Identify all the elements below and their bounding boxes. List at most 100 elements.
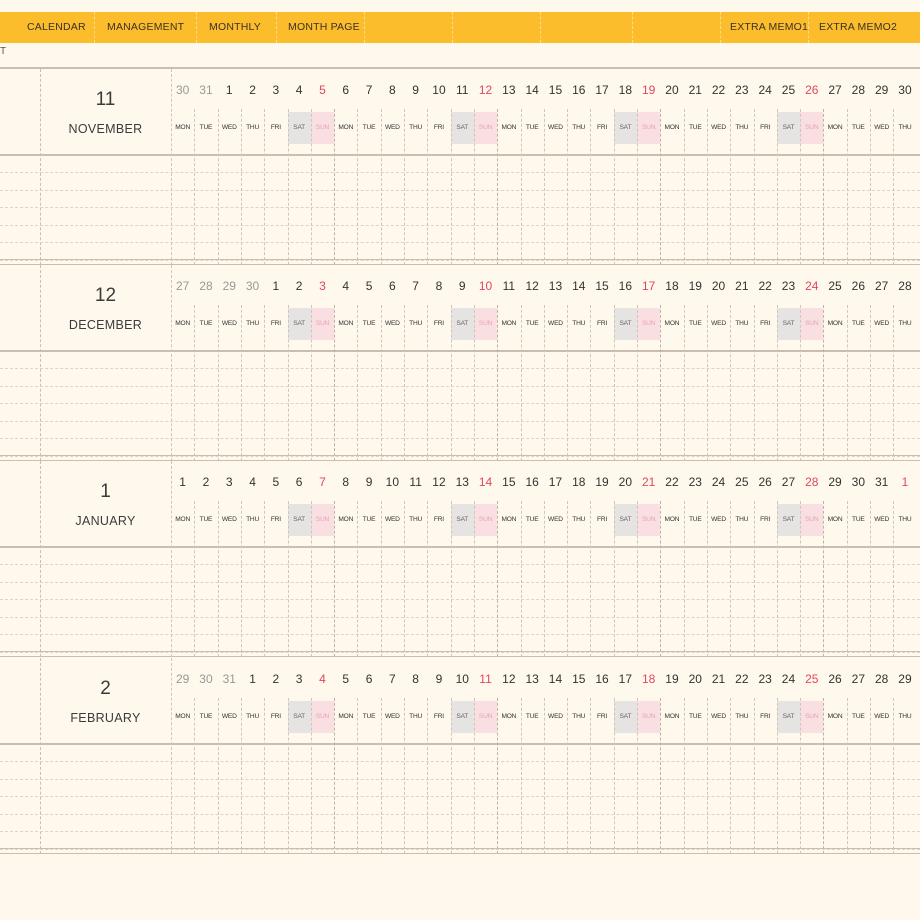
day-column[interactable]: 7 THU [404,265,427,350]
day-column[interactable]: 29 WED [218,265,241,350]
day-column[interactable]: 17 WED [544,461,567,546]
day-column[interactable]: 8 THU [404,658,427,743]
day-column[interactable]: 8 WED [381,69,404,154]
day-column[interactable]: 7 TUE [357,69,380,154]
day-column[interactable]: 28 TUE [847,69,870,154]
day-column[interactable]: 28 WED [870,658,893,743]
day-column[interactable]: 25 MON [823,265,846,350]
day-column[interactable]: 10 SUN [473,265,498,350]
day-column[interactable]: 6 TUE [357,658,380,743]
nav-month-page[interactable]: MONTH PAGE [288,12,360,43]
day-column[interactable]: 3 WED [218,461,241,546]
day-column[interactable]: 7 SUN [310,461,335,546]
day-column[interactable]: 25 THU [730,461,753,546]
day-column[interactable]: 7 WED [381,658,404,743]
day-column[interactable]: 24 FRI [754,69,777,154]
day-column[interactable]: 29 THU [893,658,916,743]
day-column[interactable]: 9 TUE [357,461,380,546]
day-column[interactable]: 3 FRI [264,69,287,154]
day-column[interactable]: 24 SAT [776,658,801,743]
day-column[interactable]: 14 TUE [521,69,544,154]
day-column[interactable]: 29 MON [171,658,194,743]
day-column[interactable]: 30 MON [171,69,194,154]
day-column[interactable]: 28 THU [893,265,916,350]
day-column[interactable]: 27 MON [823,69,846,154]
day-column[interactable]: 14 SUN [473,461,498,546]
day-column[interactable]: 25 SUN [800,658,824,743]
day-column[interactable]: 25 SAT [776,69,801,154]
day-column[interactable]: 22 FRI [754,265,777,350]
day-column[interactable]: 15 MON [497,461,520,546]
day-column[interactable]: 12 FRI [427,461,450,546]
day-column[interactable]: 19 TUE [684,265,707,350]
day-column[interactable]: 23 SAT [776,265,801,350]
day-column[interactable]: 14 THU [567,265,590,350]
day-column[interactable]: 27 WED [870,265,893,350]
day-column[interactable]: 19 FRI [590,461,613,546]
day-column[interactable]: 26 SUN [800,69,824,154]
day-column[interactable]: 12 TUE [521,265,544,350]
day-column[interactable]: 6 WED [381,265,404,350]
day-column[interactable]: 4 SUN [310,658,335,743]
day-column[interactable]: 5 SUN [310,69,335,154]
day-column[interactable]: 27 TUE [847,658,870,743]
day-column[interactable]: 11 MON [497,265,520,350]
day-column[interactable]: 4 SAT [287,69,311,154]
nav-management[interactable]: MANAGEMENT [107,12,184,43]
day-column[interactable]: 26 TUE [847,265,870,350]
day-column[interactable]: 8 FRI [427,265,450,350]
day-column[interactable]: 16 FRI [590,658,613,743]
day-column[interactable]: 6 MON [334,69,357,154]
day-column[interactable]: 5 TUE [357,265,380,350]
day-column[interactable]: 29 WED [870,69,893,154]
day-column[interactable]: 22 WED [707,69,730,154]
day-column[interactable]: 19 SUN [637,69,661,154]
day-column[interactable]: 17 SUN [637,265,661,350]
day-column[interactable]: 2 SAT [287,265,311,350]
day-column[interactable]: 8 MON [334,461,357,546]
day-column[interactable]: 2 THU [241,69,264,154]
day-column[interactable]: 31 TUE [194,69,217,154]
day-column[interactable]: 30 THU [241,265,264,350]
day-column[interactable]: 17 SAT [613,658,637,743]
day-column[interactable]: 28 SUN [800,461,824,546]
day-column[interactable]: 2 TUE [194,461,217,546]
day-column[interactable]: 31 WED [218,658,241,743]
day-column[interactable]: 23 TUE [684,461,707,546]
day-column[interactable]: 23 FRI [754,658,777,743]
nav-monthly[interactable]: MONTHLY [209,12,261,43]
day-column[interactable]: 16 THU [567,69,590,154]
day-column[interactable]: 10 SAT [450,658,474,743]
day-column[interactable]: 3 SAT [287,658,311,743]
day-column[interactable]: 26 MON [823,658,846,743]
day-column[interactable]: 16 TUE [521,461,544,546]
day-column[interactable]: 18 SUN [637,658,661,743]
day-column[interactable]: 29 MON [823,461,846,546]
day-column[interactable]: 6 SAT [287,461,311,546]
day-column[interactable]: 27 MON [171,265,194,350]
day-column[interactable]: 20 TUE [684,658,707,743]
nav-extra-memo1[interactable]: EXTRA MEMO1 [730,12,808,43]
day-column[interactable]: 11 THU [404,461,427,546]
day-column[interactable]: 20 SAT [613,461,637,546]
day-column[interactable]: 11 SAT [450,69,474,154]
day-column[interactable]: 2 FRI [264,658,287,743]
day-column[interactable]: 13 SAT [450,461,474,546]
nav-calendar[interactable]: CALENDAR [27,12,86,43]
day-column[interactable]: 18 MON [660,265,683,350]
day-column[interactable]: 11 SUN [473,658,498,743]
day-column[interactable]: 21 TUE [684,69,707,154]
day-column[interactable]: 10 FRI [427,69,450,154]
day-column[interactable]: 20 MON [660,69,683,154]
day-column[interactable]: 12 SUN [473,69,498,154]
day-column[interactable]: 13 MON [497,69,520,154]
day-column[interactable]: 30 TUE [847,461,870,546]
nav-extra-memo2[interactable]: EXTRA MEMO2 [819,12,897,43]
day-column[interactable]: 30 THU [893,69,916,154]
day-column[interactable]: 12 MON [497,658,520,743]
day-column[interactable]: 13 WED [544,265,567,350]
day-column[interactable]: 22 MON [660,461,683,546]
day-column[interactable]: 28 TUE [194,265,217,350]
day-column[interactable]: 16 SAT [613,265,637,350]
day-column[interactable]: 31 WED [870,461,893,546]
